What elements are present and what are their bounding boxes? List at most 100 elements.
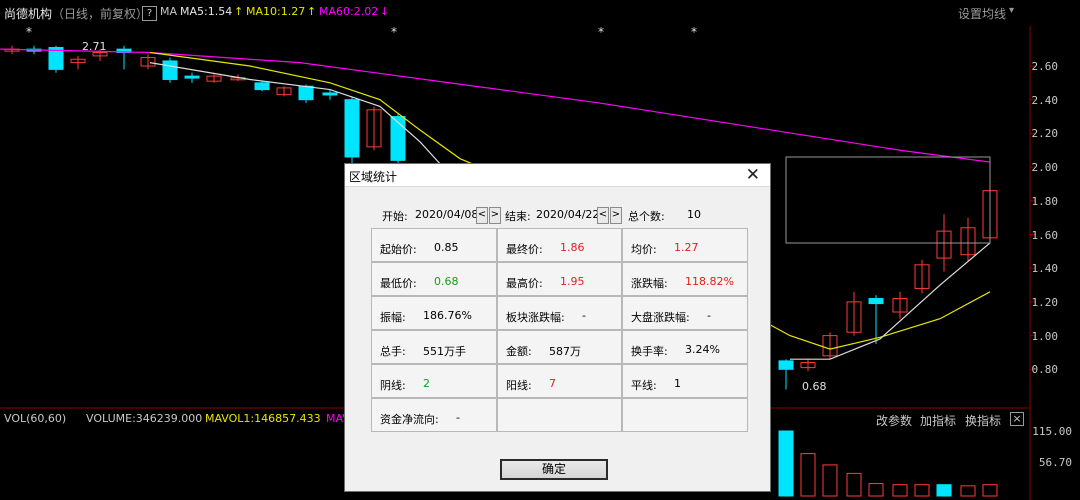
- ok-button[interactable]: 确定: [500, 459, 608, 480]
- stat-value: 3.24%: [685, 343, 720, 356]
- stat-label: 板块涨跌幅:: [506, 311, 565, 324]
- stat-label: 金额:: [506, 345, 532, 358]
- star-marker: *: [691, 25, 697, 39]
- stat-label: 最低价:: [380, 277, 417, 290]
- mavol1-value: MAVOL1:146857.433: [205, 412, 321, 425]
- volume-bar: [778, 430, 794, 497]
- ma10-value: MA10:1.27: [246, 5, 306, 18]
- add-indicator-link[interactable]: 加指标: [920, 412, 956, 429]
- switch-indicator-link[interactable]: 换指标: [965, 412, 1001, 429]
- region-stats-dialog[interactable]: 区域统计 ✕ 开始: 2020/04/08 < > 结束: 2020/04/22…: [344, 163, 771, 492]
- stock-name[interactable]: 尚德机构: [4, 5, 52, 22]
- close-icon[interactable]: ✕: [746, 165, 760, 185]
- edit-params-link[interactable]: 改参数: [876, 412, 912, 429]
- stat-cell: [497, 398, 622, 432]
- close-indicator-icon[interactable]: ×: [1010, 412, 1024, 426]
- stat-cell: 振幅: 186.76%: [371, 296, 497, 330]
- volume-bar: [914, 484, 930, 497]
- stat-value: 1.86: [560, 241, 585, 254]
- vol-axis-top: 115.00: [1032, 425, 1072, 438]
- stat-label: 最高价:: [506, 277, 543, 290]
- stat-label: 换手率:: [631, 345, 668, 358]
- candle-body: [322, 92, 338, 96]
- end-next-button[interactable]: >: [610, 207, 622, 224]
- candle-body: [298, 85, 314, 101]
- star-marker: *: [598, 25, 604, 39]
- volume-bar: [800, 453, 816, 497]
- end-prev-button[interactable]: <: [597, 207, 609, 224]
- stat-value: 1: [674, 377, 681, 390]
- low-annotation: 0.68: [802, 380, 827, 393]
- candle-body: [162, 60, 178, 80]
- price-tick-label: 2.20: [1031, 127, 1059, 141]
- help-icon[interactable]: ?: [142, 6, 157, 21]
- dropdown-arrow-icon[interactable]: ▾: [1009, 5, 1014, 16]
- stat-label: 平线:: [631, 379, 657, 392]
- volume-bar: [822, 464, 838, 497]
- count-value: 10: [687, 208, 701, 221]
- stat-cell: 起始价: 0.85: [371, 228, 497, 262]
- end-label: 结束:: [505, 210, 531, 223]
- stat-value: 1.95: [560, 275, 585, 288]
- price-tick-label: 1.80: [1031, 194, 1059, 208]
- ma-label: MA: [160, 5, 178, 18]
- period-label: （日线，前复权）: [52, 7, 149, 21]
- stat-label: 起始价:: [380, 243, 417, 256]
- start-prev-button[interactable]: <: [476, 207, 488, 224]
- dialog-title: 区域统计: [349, 170, 398, 184]
- selection-box[interactable]: [785, 156, 991, 244]
- ma5-value: MA5:1.54: [180, 5, 233, 18]
- price-tick-label: 2.00: [1031, 161, 1059, 175]
- stat-cell: [622, 398, 748, 432]
- stat-label: 大盘涨跌幅:: [631, 311, 690, 324]
- start-date: 2020/04/08: [415, 208, 479, 221]
- stat-label: 最终价:: [506, 243, 543, 256]
- chart-header: 尚德机构 （日线，前复权） ? MA MA5:1.54 ↑ MA10:1.27 …: [0, 0, 1080, 26]
- stat-value: 186.76%: [423, 309, 472, 322]
- stat-cell: 最高价: 1.95: [497, 262, 622, 296]
- stat-cell: 最低价: 0.68: [371, 262, 497, 296]
- volume-bar: [982, 484, 998, 497]
- ma60-value: MA60:2.02: [319, 5, 379, 18]
- count-label: 总个数:: [628, 210, 665, 223]
- end-date: 2020/04/22: [536, 208, 600, 221]
- stat-cell: 金额: 587万: [497, 330, 622, 364]
- volume-bar: [960, 485, 976, 497]
- stat-cell: 均价: 1.27: [622, 228, 748, 262]
- down-arrow-icon: ↓: [380, 5, 390, 18]
- date-range-row: 开始: 2020/04/08 < > 结束: 2020/04/22 < > 总个…: [345, 206, 772, 226]
- up-arrow-icon: ↑: [307, 5, 317, 18]
- stat-value: 7: [549, 377, 556, 390]
- candle-body: [778, 360, 794, 370]
- start-next-button[interactable]: >: [489, 207, 501, 224]
- stat-label: 资金净流向:: [380, 413, 439, 426]
- stat-label: 涨跌幅:: [631, 277, 668, 290]
- stat-cell: 最终价: 1.86: [497, 228, 622, 262]
- dialog-titlebar[interactable]: 区域统计 ✕: [345, 164, 770, 187]
- price-tick-label: 1.00: [1031, 329, 1059, 343]
- stat-value: 0.68: [434, 275, 459, 288]
- price-tick-label: 2.40: [1031, 93, 1059, 107]
- ma5-line: [790, 242, 991, 360]
- stat-label: 均价:: [631, 243, 657, 256]
- stat-value: 118.82%: [685, 275, 734, 288]
- start-label: 开始:: [382, 210, 408, 223]
- price-tick-label: 1.20: [1031, 295, 1059, 309]
- high-annotation: 2.71: [82, 40, 107, 53]
- volume-bar: [868, 483, 884, 497]
- volume-label: VOL(60,60): [4, 412, 67, 425]
- stat-value: 1.27: [674, 241, 699, 254]
- stat-label: 总手:: [380, 345, 406, 358]
- stat-cell: 大盘涨跌幅: -: [622, 296, 748, 330]
- price-tick-label: 2.60: [1031, 60, 1059, 73]
- set-ma-button[interactable]: 设置均线: [958, 5, 1006, 22]
- stat-cell: 涨跌幅: 118.82%: [622, 262, 748, 296]
- stat-cell: 资金净流向: -: [371, 398, 497, 432]
- price-tick-label: 1.40: [1031, 262, 1059, 276]
- volume-bar: [892, 484, 908, 497]
- stat-value: 587万: [549, 345, 581, 358]
- stat-value: -: [582, 309, 586, 322]
- stat-cell: 总手: 551万手: [371, 330, 497, 364]
- candle-body: [344, 99, 360, 158]
- candle-body: [184, 75, 200, 79]
